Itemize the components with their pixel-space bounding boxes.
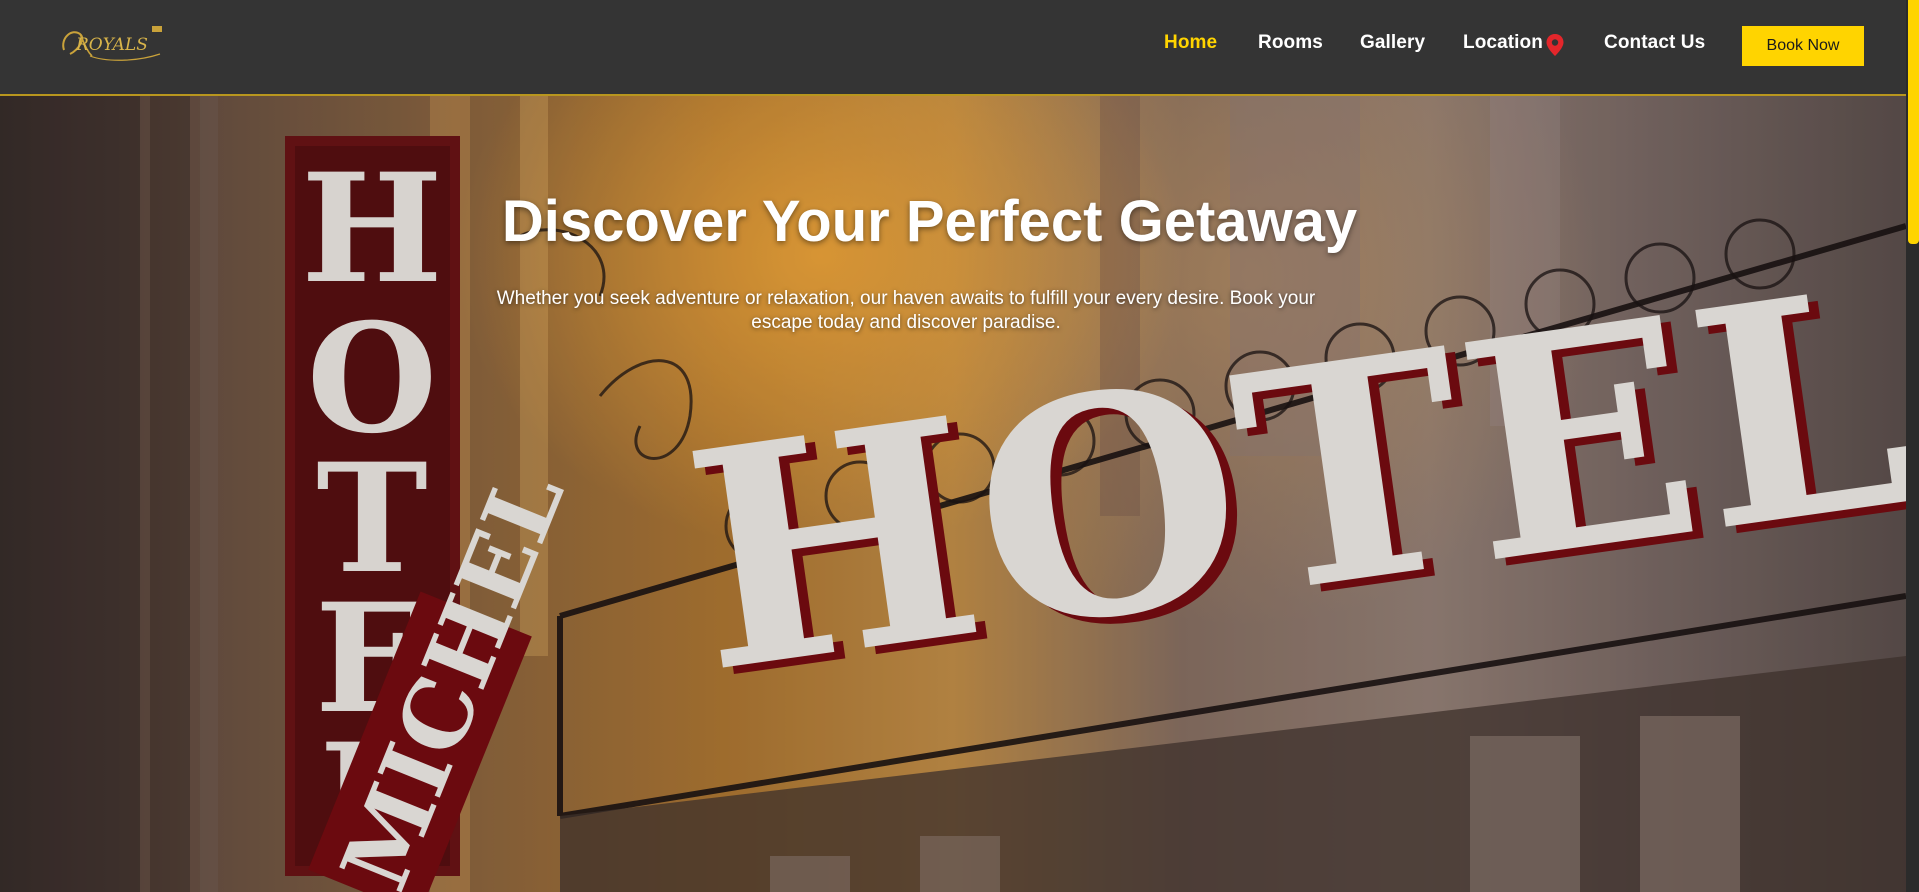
hero-title: Discover Your Perfect Getaway: [501, 189, 1358, 254]
royals-logo[interactable]: ROYALS: [56, 20, 166, 68]
navbar: ROYALS Home Rooms Gallery Location Conta…: [0, 0, 1906, 96]
logo-text: ROYALS: [75, 35, 148, 55]
hero-subtitle: Whether you seek adventure or relaxation…: [496, 288, 1316, 333]
nav-gallery[interactable]: Gallery: [1360, 32, 1425, 54]
hero-text-block: Discover Your Perfect Getaway Whether yo…: [0, 188, 1906, 335]
nav-home[interactable]: Home: [1164, 32, 1217, 54]
book-now-button[interactable]: Book Now: [1742, 26, 1864, 66]
nav-location[interactable]: Location: [1463, 32, 1543, 54]
hero-section: H O T E L: [0, 96, 1906, 892]
nav-rooms[interactable]: Rooms: [1258, 32, 1323, 54]
page-scrollbar[interactable]: [1906, 0, 1919, 892]
scrollbar-thumb[interactable]: [1908, 0, 1919, 244]
page: ROYALS Home Rooms Gallery Location Conta…: [0, 0, 1919, 892]
map-pin-icon[interactable]: [1545, 33, 1565, 57]
nav-contact-us[interactable]: Contact Us: [1604, 32, 1705, 54]
